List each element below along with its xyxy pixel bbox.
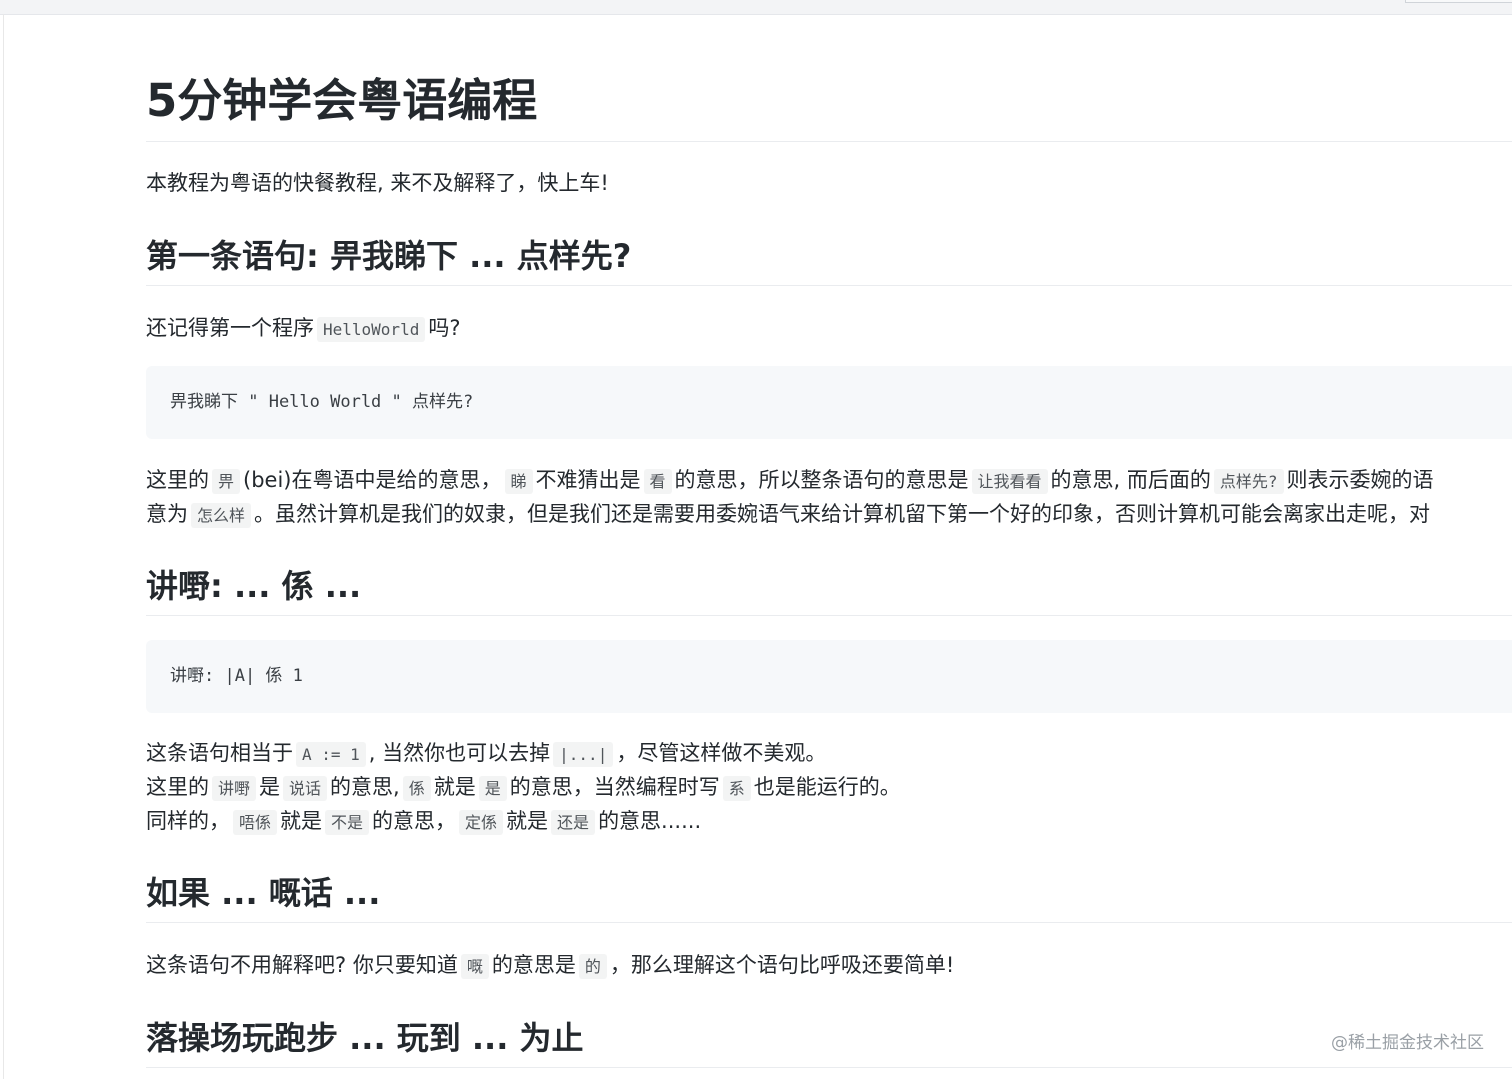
page-title: 5分钟学会粤语编程	[146, 70, 1512, 142]
inline-code: 系	[722, 776, 751, 801]
text: 还记得第一个程序	[146, 316, 314, 340]
text: 的意思，	[372, 809, 457, 833]
inline-code: 怎么样	[191, 503, 252, 528]
text: 就是	[280, 809, 323, 833]
inline-code: 点样先?	[1213, 469, 1284, 494]
inline-code: 让我看看	[971, 469, 1048, 494]
section-heading-print: 第一条语句: 畀我睇下 ... 点样先?	[146, 234, 1512, 286]
inline-code: 係	[402, 776, 431, 801]
if-paragraph: 这条语句不用解释吧? 你只要知道嘅的意思是的，那么理解这个语句比呼吸还要简单!	[146, 948, 954, 984]
assign-line1: 这条语句相当于 A := 1, 当然你也可以去掉 |...| ，尽管这样做不美观。	[146, 736, 826, 772]
code-block-print: 畀我睇下 " Hello World " 点样先?	[146, 366, 1512, 439]
inline-code: 畀	[212, 469, 241, 494]
text: 同样的，	[146, 809, 230, 833]
inline-code: 不是	[325, 810, 370, 835]
inline-code: 嘅	[460, 954, 489, 979]
text: 则表示委婉的语	[1286, 468, 1434, 492]
explain-paragraph-line1: 这里的畀 (bei)在粤语中是给的意思，睇不难猜出是看的意思，所以整条语句的意思是…	[146, 463, 1434, 499]
code-block-assign: 讲嘢: |A| 係 1	[146, 640, 1512, 713]
text: ，尽管这样做不美观。	[616, 741, 827, 765]
inline-code: 说话	[283, 776, 328, 801]
inline-code: A := 1	[296, 742, 366, 767]
text: 这里的	[146, 775, 209, 799]
section-heading-if: 如果 ... 嘅话 ...	[146, 871, 1512, 923]
inline-code: HelloWorld	[317, 317, 426, 342]
helloworld-paragraph: 还记得第一个程序 HelloWorld 吗?	[146, 311, 460, 347]
top-bar-corner	[1405, 0, 1512, 3]
text: 就是	[506, 809, 549, 833]
text: ，那么理解这个语句比呼吸还要简单!	[609, 953, 955, 977]
watermark: @稀土掘金技术社区	[1331, 1033, 1484, 1053]
inline-code: 定係	[459, 810, 504, 835]
assign-line3: 同样的， 唔係 就是 不是 的意思， 定係 就是 还是 的意思......	[146, 804, 701, 840]
text: 的意思，所以整条语句的意思是	[674, 468, 969, 492]
inline-code: 是	[478, 776, 507, 801]
text: 的意思,	[330, 775, 400, 799]
inline-code: 讲嘢	[212, 776, 257, 801]
text: 这里的	[146, 468, 209, 492]
text: 的意思, 而后面的	[1050, 468, 1211, 492]
section-heading-loop: 落操场玩跑步 ... 玩到 ... 为止	[146, 1016, 1512, 1068]
text: 是	[259, 775, 281, 799]
text: 这条语句不用解释吧? 你只要知道	[146, 953, 458, 977]
section-heading-assign: 讲嘢: ... 係 ...	[146, 564, 1512, 616]
inline-code: 唔係	[233, 810, 278, 835]
inline-code: 还是	[551, 810, 596, 835]
text: 意为	[146, 502, 188, 526]
intro-paragraph: 本教程为粤语的快餐教程, 来不及解释了，快上车!	[146, 171, 609, 195]
text: , 当然你也可以去掉	[368, 741, 551, 765]
explain-paragraph-line2: 意为 怎么样 。虽然计算机是我们的奴隶，但是我们还是需要用委婉语气来给计算机留下第一…	[146, 497, 1430, 533]
text: 的意思......	[598, 809, 702, 833]
text: 吗?	[428, 316, 461, 340]
text: 的意思是	[491, 953, 576, 977]
text: 不难猜出是	[535, 468, 641, 492]
text: (bei)在粤语中是给的意思，	[243, 468, 502, 492]
text: 也是能运行的。	[753, 775, 901, 799]
inline-code: |...|	[553, 742, 614, 767]
left-border	[3, 14, 4, 1079]
text: 就是	[433, 775, 476, 799]
text: 的意思，当然编程时写	[509, 775, 720, 799]
browser-top-bar	[0, 0, 1512, 15]
text: 。虽然计算机是我们的奴隶，但是我们还是需要用委婉语气来给计算机留下第一个好的印象…	[254, 502, 1431, 526]
assign-line2: 这里的 讲嘢是说话 的意思, 係就是是的意思，当然编程时写系也是能运行的。	[146, 770, 901, 806]
inline-code: 睇	[504, 469, 533, 494]
inline-code: 的	[578, 954, 607, 979]
inline-code: 看	[643, 469, 672, 494]
text: 这条语句相当于	[146, 741, 293, 765]
